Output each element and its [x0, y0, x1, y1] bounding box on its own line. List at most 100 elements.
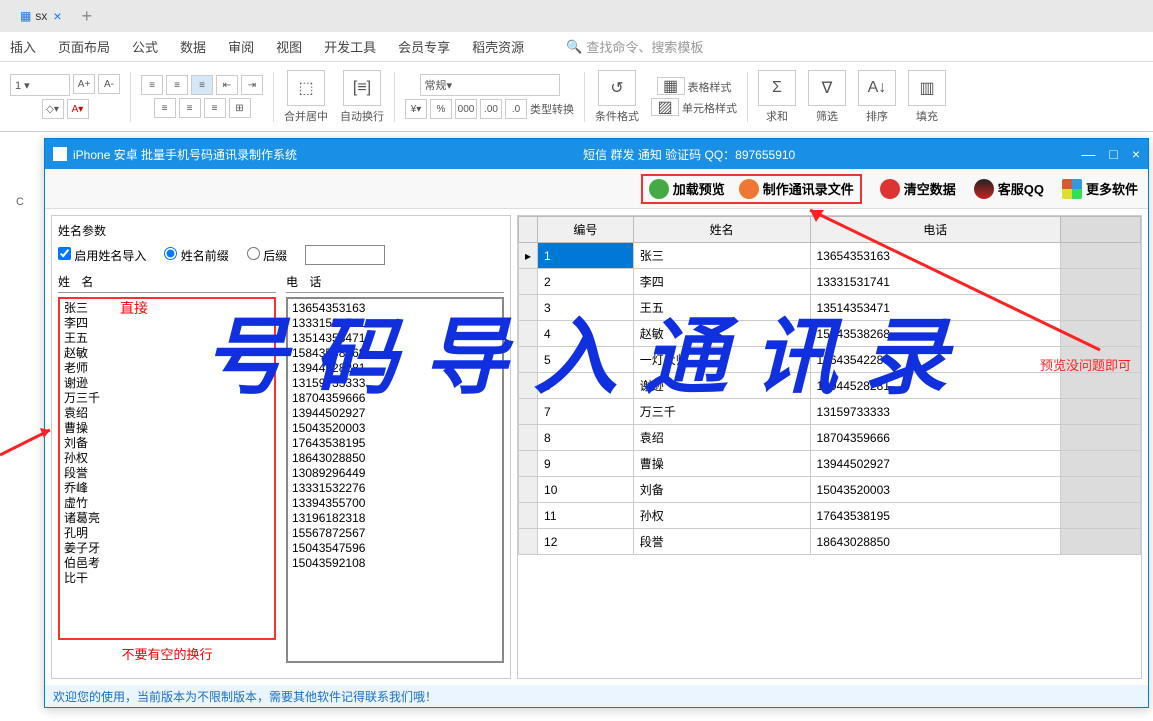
- ribbon-sum[interactable]: Σ求和: [754, 70, 800, 124]
- table-row[interactable]: 12段誉18643028850: [519, 529, 1141, 555]
- phones-listbox[interactable]: 1365435316313331531741135143534711584353…: [286, 297, 504, 663]
- menu-review[interactable]: 审阅: [228, 37, 254, 56]
- table-row[interactable]: 9曹操13944502927: [519, 451, 1141, 477]
- cell-no[interactable]: 2: [538, 269, 634, 295]
- phone-item[interactable]: 13331531741: [292, 316, 498, 331]
- cell-name[interactable]: 赵敏: [633, 321, 810, 347]
- menu-res[interactable]: 稻壳资源: [472, 37, 524, 56]
- cell-phone[interactable]: 18643542288: [810, 347, 1060, 373]
- percent-button[interactable]: %: [430, 99, 452, 119]
- align-mid[interactable]: ≡: [166, 75, 188, 95]
- name-item[interactable]: 谢逊: [64, 376, 270, 391]
- ribbon-sort[interactable]: A↓排序: [854, 70, 900, 124]
- font-inc-button[interactable]: A+: [73, 74, 95, 94]
- name-item[interactable]: 乔峰: [64, 481, 270, 496]
- number-format-select[interactable]: 常规 ▾: [420, 74, 560, 96]
- table-row[interactable]: 8袁绍18704359666: [519, 425, 1141, 451]
- phone-item[interactable]: 13944502927: [292, 406, 498, 421]
- cell-phone[interactable]: 13331531741: [810, 269, 1060, 295]
- cell-name[interactable]: 段誉: [633, 529, 810, 555]
- table-row[interactable]: 3王五13514353471: [519, 295, 1141, 321]
- align-bot[interactable]: ≡: [191, 75, 213, 95]
- indent-inc[interactable]: ⇥: [241, 75, 263, 95]
- cell-name[interactable]: 王五: [633, 295, 810, 321]
- phone-item[interactable]: 15043547596: [292, 541, 498, 556]
- cell-no[interactable]: 8: [538, 425, 634, 451]
- merge-split[interactable]: ⊞: [229, 98, 251, 118]
- table-row[interactable]: 2李四13331531741: [519, 269, 1141, 295]
- cell-no[interactable]: 3: [538, 295, 634, 321]
- name-item[interactable]: 王五: [64, 331, 270, 346]
- cell-phone[interactable]: 15043520003: [810, 477, 1060, 503]
- ribbon-wrap[interactable]: [≡] 自动换行: [336, 70, 388, 124]
- cell-phone[interactable]: 18643028850: [810, 529, 1060, 555]
- align-right[interactable]: ≡: [204, 98, 226, 118]
- data-grid[interactable]: 编号 姓名 电话 ▸1张三136543531632李四133315317413王…: [518, 216, 1141, 678]
- minimize-button[interactable]: —: [1081, 146, 1095, 162]
- align-center[interactable]: ≡: [179, 98, 201, 118]
- col-header-c[interactable]: C: [0, 196, 40, 208]
- font-size-select[interactable]: 1 ▾: [10, 74, 70, 96]
- grid-header-phone[interactable]: 电话: [810, 217, 1060, 243]
- phone-item[interactable]: 13159733333: [292, 376, 498, 391]
- menu-formula[interactable]: 公式: [132, 37, 158, 56]
- affix-input[interactable]: [305, 245, 385, 265]
- enable-checkbox[interactable]: [58, 247, 71, 260]
- menu-layout[interactable]: 页面布局: [58, 37, 110, 56]
- phone-item[interactable]: 18643028850: [292, 451, 498, 466]
- grid-header-no[interactable]: 编号: [538, 217, 634, 243]
- dec-dec-button[interactable]: .0: [505, 99, 527, 119]
- cell-phone[interactable]: 13944528281: [810, 373, 1060, 399]
- cell-phone[interactable]: 13944502927: [810, 451, 1060, 477]
- make-file-button[interactable]: 制作通讯录文件: [739, 179, 854, 199]
- cell-no[interactable]: 4: [538, 321, 634, 347]
- load-preview-button[interactable]: 加载预览: [649, 179, 725, 199]
- cell-no[interactable]: 10: [538, 477, 634, 503]
- names-listbox[interactable]: 直接 张三李四王五赵敏老师谢逊万三千袁绍曹操刘备孙权段誉乔峰虚竹诸葛亮孔明姜子牙…: [58, 297, 276, 640]
- cell-no[interactable]: 6: [538, 373, 634, 399]
- menu-dev[interactable]: 开发工具: [324, 37, 376, 56]
- name-item[interactable]: 袁绍: [64, 406, 270, 421]
- table-row[interactable]: 11孙权17643538195: [519, 503, 1141, 529]
- cell-name[interactable]: 孙权: [633, 503, 810, 529]
- name-item[interactable]: 刘备: [64, 436, 270, 451]
- name-item[interactable]: 比干: [64, 571, 270, 586]
- cell-phone[interactable]: 13654353163: [810, 243, 1060, 269]
- phone-item[interactable]: 13331532276: [292, 481, 498, 496]
- phone-item[interactable]: 13394355700: [292, 496, 498, 511]
- font-color-button[interactable]: A▾: [67, 99, 89, 119]
- suffix-radio[interactable]: 后缀: [247, 247, 287, 264]
- cell-phone[interactable]: 15843538268: [810, 321, 1060, 347]
- cell-name[interactable]: 袁绍: [633, 425, 810, 451]
- wps-search[interactable]: 🔍 查找命令、搜索模板: [566, 37, 703, 56]
- currency-button[interactable]: ¥▾: [405, 99, 427, 119]
- table-row[interactable]: 7万三千13159733333: [519, 399, 1141, 425]
- phone-item[interactable]: 17643538195: [292, 436, 498, 451]
- ribbon-fill[interactable]: ▥填充: [904, 70, 950, 124]
- font-dec-button[interactable]: A-: [98, 74, 120, 94]
- qq-support-button[interactable]: 客服QQ: [974, 179, 1044, 199]
- cell-phone[interactable]: 18704359666: [810, 425, 1060, 451]
- more-software-button[interactable]: 更多软件: [1062, 179, 1138, 199]
- cell-phone[interactable]: 13514353471: [810, 295, 1060, 321]
- menu-view[interactable]: 视图: [276, 37, 302, 56]
- cell-no[interactable]: 11: [538, 503, 634, 529]
- app-titlebar[interactable]: iPhone 安卓 批量手机号码通讯录制作系统 短信 群发 通知 验证码 QQ：…: [45, 139, 1148, 169]
- prefix-radio[interactable]: 姓名前缀: [164, 247, 228, 264]
- cell-no[interactable]: 7: [538, 399, 634, 425]
- phone-item[interactable]: 15043592108: [292, 556, 498, 571]
- phone-item[interactable]: 13654353163: [292, 301, 498, 316]
- name-item[interactable]: 万三千: [64, 391, 270, 406]
- menu-data[interactable]: 数据: [180, 37, 206, 56]
- name-item[interactable]: 姜子牙: [64, 541, 270, 556]
- cell-no[interactable]: 5: [538, 347, 634, 373]
- table-row[interactable]: 6谢逊13944528281: [519, 373, 1141, 399]
- phone-item[interactable]: 15043520003: [292, 421, 498, 436]
- name-item[interactable]: 曹操: [64, 421, 270, 436]
- fill-color-button[interactable]: ◇▾: [42, 99, 64, 119]
- wps-tab[interactable]: ▦ sx ×: [10, 8, 72, 24]
- cell-name[interactable]: 李四: [633, 269, 810, 295]
- cell-phone[interactable]: 17643538195: [810, 503, 1060, 529]
- align-top[interactable]: ≡: [141, 75, 163, 95]
- maximize-button[interactable]: □: [1109, 146, 1117, 162]
